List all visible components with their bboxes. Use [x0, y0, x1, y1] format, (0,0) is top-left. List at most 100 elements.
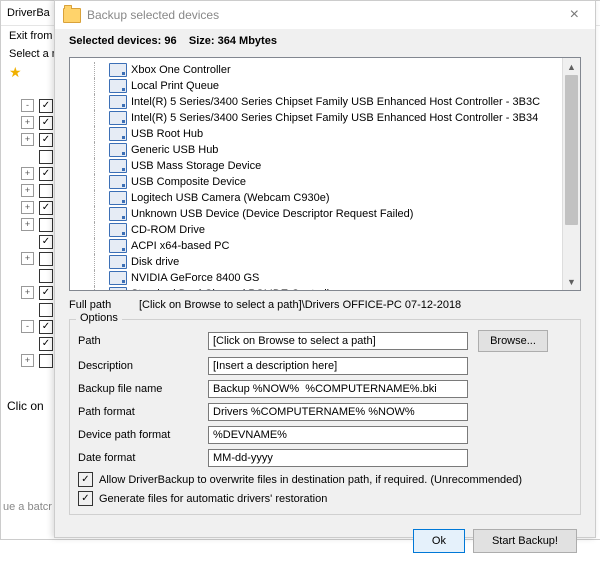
tree-line: [94, 78, 107, 94]
tree-line: [94, 206, 107, 222]
checkbox-checked-icon[interactable]: ✓: [39, 201, 53, 215]
size-label: Size:: [189, 35, 215, 47]
device-label: USB Mass Storage Device: [131, 160, 261, 172]
expand-icon[interactable]: +: [21, 354, 34, 367]
device-label: Intel(R) 5 Series/3400 Series Chipset Fa…: [131, 112, 538, 124]
device-icon: [109, 239, 127, 253]
device-icon: [109, 255, 127, 269]
expand-icon[interactable]: +: [21, 201, 34, 214]
device-tree-item[interactable]: Intel(R) 5 Series/3400 Series Chipset Fa…: [72, 110, 561, 126]
row-backup-file: Backup file name: [78, 380, 572, 398]
selected-devices-label: Selected devices:: [69, 35, 161, 47]
scroll-up-icon[interactable]: ▲: [563, 58, 580, 75]
generate-label: Generate files for automatic drivers' re…: [99, 493, 327, 505]
device-label: USB Root Hub: [131, 128, 203, 140]
device-icon: [109, 143, 127, 157]
path-format-input[interactable]: [208, 403, 468, 421]
expand-icon[interactable]: +: [21, 167, 34, 180]
collapse-icon[interactable]: -: [21, 320, 34, 333]
device-tree-item[interactable]: USB Composite Device: [72, 174, 561, 190]
star-icon[interactable]: ★: [9, 64, 22, 81]
options-group: Options Path Browse... Description Backu…: [69, 319, 581, 515]
backup-file-input[interactable]: [208, 380, 468, 398]
device-tree-item[interactable]: USB Mass Storage Device: [72, 158, 561, 174]
device-icon: [109, 191, 127, 205]
checkbox-unchecked-icon[interactable]: [39, 354, 53, 368]
device-label: Generic USB Hub: [131, 144, 218, 156]
overwrite-checkbox-row[interactable]: ✓ Allow DriverBackup to overwrite files …: [78, 472, 572, 487]
ok-button[interactable]: Ok: [413, 529, 465, 553]
checkbox-checked-icon[interactable]: ✓: [39, 337, 53, 351]
device-label: ACPI x64-based PC: [131, 240, 229, 252]
dialog-button-bar: Ok Start Backup!: [55, 515, 595, 567]
expand-icon[interactable]: +: [21, 218, 34, 231]
tree-line: [94, 158, 107, 174]
device-tree-item[interactable]: Unknown USB Device (Device Descriptor Re…: [72, 206, 561, 222]
checkbox-unchecked-icon[interactable]: [39, 269, 53, 283]
collapse-icon[interactable]: -: [21, 99, 34, 112]
path-input[interactable]: [208, 332, 468, 350]
fullpath-value: [Click on Browse to select a path]\Drive…: [139, 299, 461, 311]
device-icon: [109, 223, 127, 237]
close-icon[interactable]: ×: [562, 6, 587, 24]
scroll-thumb[interactable]: [565, 75, 578, 225]
path-label: Path: [78, 335, 208, 347]
tree-line: [94, 94, 107, 110]
description-label: Description: [78, 360, 208, 372]
device-label: Standard Dual Channel PCI IDE Controller: [131, 288, 339, 290]
date-format-input[interactable]: [208, 449, 468, 467]
device-label: Unknown USB Device (Device Descriptor Re…: [131, 208, 413, 220]
device-path-input[interactable]: [208, 426, 468, 444]
tree-line: [94, 174, 107, 190]
checkbox-checked-icon[interactable]: ✓: [78, 491, 93, 506]
device-icon: [109, 271, 127, 285]
device-tree-item[interactable]: Standard Dual Channel PCI IDE Controller: [72, 286, 561, 290]
checkbox-checked-icon[interactable]: ✓: [39, 235, 53, 249]
expand-icon[interactable]: +: [21, 252, 34, 265]
device-tree-item[interactable]: CD-ROM Drive: [72, 222, 561, 238]
bg-click-on-text: Clic on: [7, 399, 44, 413]
expand-icon[interactable]: +: [21, 184, 34, 197]
checkbox-checked-icon[interactable]: ✓: [39, 167, 53, 181]
vertical-scrollbar[interactable]: ▲ ▼: [562, 58, 580, 290]
checkbox-checked-icon[interactable]: ✓: [39, 99, 53, 113]
description-input[interactable]: [208, 357, 468, 375]
device-tree-item[interactable]: Xbox One Controller: [72, 62, 561, 78]
device-tree-item[interactable]: Generic USB Hub: [72, 142, 561, 158]
device-tree-item[interactable]: Local Print Queue: [72, 78, 561, 94]
device-tree[interactable]: Xbox One ControllerLocal Print QueueInte…: [70, 58, 563, 290]
checkbox-unchecked-icon[interactable]: [39, 218, 53, 232]
bg-batch-text: ue a batcr: [3, 501, 52, 513]
checkbox-checked-icon[interactable]: ✓: [39, 133, 53, 147]
device-tree-item[interactable]: USB Root Hub: [72, 126, 561, 142]
start-backup-button[interactable]: Start Backup!: [473, 529, 577, 553]
checkbox-checked-icon[interactable]: ✓: [39, 286, 53, 300]
tree-line: [94, 126, 107, 142]
device-icon: [109, 175, 127, 189]
device-tree-item[interactable]: ACPI x64-based PC: [72, 238, 561, 254]
expand-icon[interactable]: +: [21, 286, 34, 299]
browse-button[interactable]: Browse...: [478, 330, 548, 352]
dialog-titlebar[interactable]: Backup selected devices ×: [55, 1, 595, 29]
expand-icon[interactable]: +: [21, 133, 34, 146]
checkbox-unchecked-icon[interactable]: [39, 303, 53, 317]
checkbox-unchecked-icon[interactable]: [39, 184, 53, 198]
device-label: USB Composite Device: [131, 176, 246, 188]
scroll-down-icon[interactable]: ▼: [563, 273, 580, 290]
folder-icon: [63, 8, 81, 23]
overwrite-label: Allow DriverBackup to overwrite files in…: [99, 474, 522, 486]
checkbox-checked-icon[interactable]: ✓: [39, 320, 53, 334]
device-tree-item[interactable]: Logitech USB Camera (Webcam C930e): [72, 190, 561, 206]
device-tree-item[interactable]: NVIDIA GeForce 8400 GS: [72, 270, 561, 286]
checkbox-unchecked-icon[interactable]: [39, 252, 53, 266]
device-tree-item[interactable]: Intel(R) 5 Series/3400 Series Chipset Fa…: [72, 94, 561, 110]
checkbox-unchecked-icon[interactable]: [39, 150, 53, 164]
fullpath-label: Full path: [69, 299, 139, 311]
checkbox-checked-icon[interactable]: ✓: [39, 116, 53, 130]
checkbox-checked-icon[interactable]: ✓: [78, 472, 93, 487]
generate-checkbox-row[interactable]: ✓ Generate files for automatic drivers' …: [78, 491, 572, 506]
row-path: Path Browse...: [78, 330, 572, 352]
tree-line: [94, 286, 107, 290]
device-tree-item[interactable]: Disk drive: [72, 254, 561, 270]
expand-icon[interactable]: +: [21, 116, 34, 129]
